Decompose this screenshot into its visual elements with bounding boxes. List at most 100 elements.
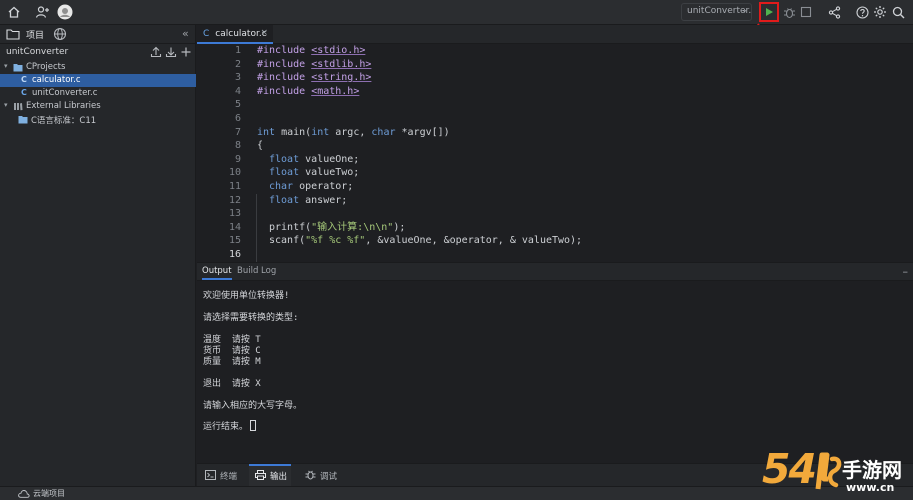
line-number: 4	[234, 85, 241, 97]
code-text: #include <math.h>	[257, 85, 360, 97]
search-icon[interactable]	[889, 3, 907, 21]
help-icon[interactable]	[853, 3, 871, 21]
line-number: 2	[234, 58, 241, 70]
collapse-panel-icon[interactable]: «	[182, 27, 189, 40]
library-icon	[14, 103, 23, 111]
code-line: 6	[197, 112, 913, 126]
tab-label: calculator.c	[215, 29, 267, 39]
site-watermark-logo: 54 手游网 www.cn	[762, 445, 912, 500]
code-line: 12 float answer;	[197, 194, 913, 208]
line-number: 5	[234, 99, 241, 111]
avatar[interactable]	[56, 3, 74, 21]
line-number: 11	[228, 181, 241, 192]
code-line: 7 int main(int argc, char *argv[])	[197, 126, 913, 140]
code-text: scanf("%f %c %f", &valueOne, &operator, …	[269, 235, 583, 247]
code-line: 16	[197, 248, 913, 262]
run-icon	[766, 8, 773, 16]
line-number: 16	[228, 249, 241, 260]
console-line-last: 运行结束。	[203, 419, 257, 432]
line-number: 14	[228, 221, 241, 233]
printer-icon	[255, 470, 266, 480]
tree-item-label: C语言标准：C11	[31, 116, 97, 126]
tree-item-cprojects[interactable]: ▾ CProjects	[0, 61, 196, 74]
code-line: 15 scanf("%f %c %f", &valueOne, &operato…	[197, 234, 913, 248]
upload-icon[interactable]	[150, 46, 162, 58]
top-toolbar: unitConverter.c ⌄	[0, 0, 913, 42]
output-panel-tabs: Output Build Log –	[197, 262, 913, 281]
cloud-project-label: 云端项目	[33, 489, 65, 498]
tree-item-unitconverter[interactable]: C unitConverter.c	[0, 87, 196, 100]
code-text: {	[257, 140, 264, 152]
code-line: 1 #include <stdio.h>	[197, 44, 913, 58]
line-number: 12	[228, 194, 241, 206]
debug-icon	[305, 470, 316, 480]
globe-icon[interactable]	[53, 27, 67, 41]
c-file-icon: C	[203, 29, 210, 39]
code-editor[interactable]: 1 #include <stdio.h> 2 #include <stdlib.…	[197, 44, 913, 262]
tab-project[interactable]: 项目	[26, 28, 44, 41]
chevron-down-icon: ⌄	[741, 5, 748, 14]
watermark-site-name: 手游网	[842, 458, 902, 482]
tree-item-external-libraries[interactable]: ▾ External Libraries	[0, 100, 196, 113]
code-line: 8 {	[197, 139, 913, 153]
watermark-url: www.cn	[846, 481, 895, 494]
project-tree: ▾ CProjects C calculator.c C unitConvert…	[0, 61, 196, 126]
tab-terminal-label: 终端	[220, 472, 238, 482]
folder-icon	[13, 64, 23, 72]
home-icon[interactable]	[5, 3, 23, 21]
tab-terminal[interactable]: 终端	[205, 464, 249, 487]
code-line: 10 float valueTwo;	[197, 166, 913, 180]
tab-debug[interactable]: 调试	[305, 464, 349, 487]
tree-item-c-standard[interactable]: C语言标准：C11	[0, 113, 196, 126]
c-file-icon: C	[21, 88, 27, 97]
project-actions	[148, 46, 192, 60]
run-configuration-select[interactable]: unitConverter.c ⌄	[681, 3, 752, 21]
chevron-down-icon: ▾	[4, 62, 8, 70]
chevron-down-icon: ▾	[4, 101, 8, 109]
tab-build-log[interactable]: Build Log	[237, 266, 276, 276]
project-title: unitConverter	[6, 47, 69, 57]
line-number: 6	[234, 113, 241, 124]
tab-calculator-c[interactable]: Ccalculator.c ×	[197, 25, 273, 44]
tab-output-label: 输出	[270, 472, 288, 482]
code-line: 2 #include <stdlib.h>	[197, 58, 913, 72]
add-icon[interactable]	[180, 46, 192, 58]
output-console[interactable]: 欢迎使用单位转换器! 请选择需要转换的类型: 温度 请按 T 货币 请按 C 质…	[197, 281, 913, 463]
run-button[interactable]	[759, 2, 779, 22]
settings-icon[interactable]	[871, 3, 889, 21]
cloud-icon	[18, 490, 30, 498]
tree-item-calculator[interactable]: C calculator.c	[0, 74, 196, 87]
stop-icon[interactable]	[797, 3, 815, 21]
console-line: 质量 请按 M	[203, 357, 261, 367]
console-line: 请选择需要转换的类型:	[203, 313, 299, 323]
minimize-icon[interactable]: –	[903, 265, 909, 278]
download-icon[interactable]	[165, 46, 177, 58]
line-number: 9	[234, 153, 241, 165]
line-number: 7	[234, 126, 241, 138]
code-text: float valueOne;	[269, 153, 360, 165]
watermark-number: 54	[762, 445, 817, 493]
close-icon[interactable]: ×	[260, 28, 268, 38]
tab-output-tool[interactable]: 输出	[249, 464, 291, 487]
line-number: 8	[234, 140, 241, 152]
tab-output[interactable]: Output	[202, 266, 232, 280]
line-number: 13	[228, 208, 241, 220]
code-text: printf("输入计算:\n\n");	[269, 221, 406, 233]
line-number: 10	[228, 167, 241, 179]
folder-icon[interactable]	[6, 28, 20, 40]
debug-icon[interactable]	[780, 3, 798, 21]
line-number: 3	[234, 72, 241, 84]
console-line: 退出 请按 X	[203, 379, 261, 389]
project-panel: 项目 « unitConverter ▾ CProjects C calcula…	[0, 25, 196, 487]
add-user-icon[interactable]	[33, 3, 51, 21]
line-number: 1	[234, 45, 241, 56]
tree-item-label: unitConverter.c	[32, 88, 98, 98]
code-line: 9 float valueOne;	[197, 153, 913, 167]
code-text: int main(int argc, char *argv[])	[257, 126, 450, 138]
code-text: float valueTwo;	[269, 167, 360, 179]
share-icon[interactable]	[825, 3, 843, 21]
tree-item-label: calculator.c	[32, 75, 81, 85]
editor-tab-bar: Ccalculator.c ×	[197, 25, 913, 44]
code-text: #include <stdio.h>	[257, 45, 366, 56]
console-line: 请输入相应的大写字母。	[203, 401, 303, 411]
